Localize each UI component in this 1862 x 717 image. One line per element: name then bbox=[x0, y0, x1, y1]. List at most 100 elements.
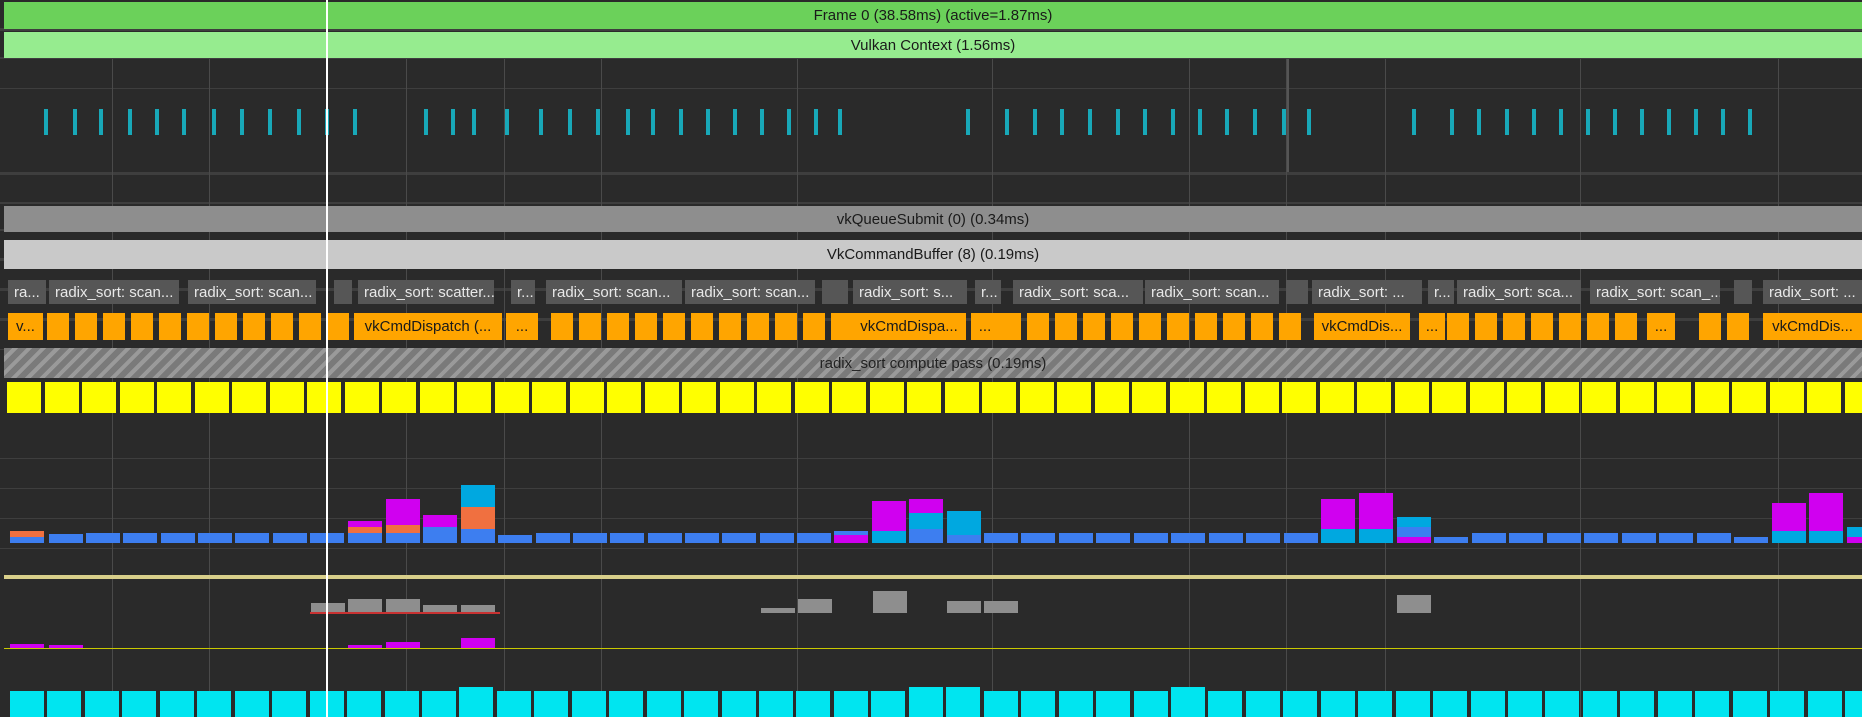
event-tick[interactable] bbox=[1640, 109, 1644, 135]
stacked-bar-segment[interactable] bbox=[161, 533, 195, 543]
stacked-bar-segment[interactable] bbox=[1209, 533, 1243, 543]
dispatch-box-labeled[interactable]: ... bbox=[1647, 313, 1675, 340]
dispatch-box-labeled[interactable]: vkCmdDis... bbox=[1314, 313, 1410, 340]
occupancy-block[interactable] bbox=[307, 382, 341, 413]
event-tick[interactable] bbox=[353, 109, 357, 135]
stacked-bar-segment[interactable] bbox=[1434, 537, 1468, 543]
occupancy-block[interactable] bbox=[1357, 382, 1391, 413]
stacked-bar-segment[interactable] bbox=[1772, 531, 1806, 543]
cyan-bar[interactable] bbox=[1171, 687, 1205, 717]
occupancy-block[interactable] bbox=[645, 382, 679, 413]
grey-bar[interactable] bbox=[386, 599, 420, 613]
stacked-bar-segment[interactable] bbox=[423, 527, 457, 543]
cyan-bar[interactable] bbox=[459, 687, 493, 717]
dispatch-box[interactable] bbox=[1251, 313, 1273, 340]
event-tick[interactable] bbox=[651, 109, 655, 135]
cyan-bar[interactable] bbox=[1471, 691, 1505, 717]
stacked-bar-segment[interactable] bbox=[386, 533, 420, 543]
occupancy-block[interactable] bbox=[45, 382, 79, 413]
stacked-bar-segment[interactable] bbox=[1397, 517, 1431, 527]
event-tick[interactable] bbox=[1253, 109, 1257, 135]
debug-marker-label[interactable]: radix_sort: scan... bbox=[685, 280, 815, 304]
dispatch-box[interactable] bbox=[775, 313, 797, 340]
stacked-bar-segment[interactable] bbox=[1096, 533, 1130, 543]
occupancy-block[interactable] bbox=[607, 382, 641, 413]
occupancy-block[interactable] bbox=[1620, 382, 1654, 413]
occupancy-block[interactable] bbox=[120, 382, 154, 413]
stacked-bar-segment[interactable] bbox=[834, 535, 868, 543]
stacked-bar-segment[interactable] bbox=[685, 533, 719, 543]
stacked-bar-segment[interactable] bbox=[123, 533, 157, 543]
occupancy-block[interactable] bbox=[907, 382, 941, 413]
cyan-bar[interactable] bbox=[10, 691, 44, 717]
stacked-bar-segment[interactable] bbox=[947, 511, 981, 535]
debug-marker-label[interactable]: radix_sort: scan... bbox=[546, 280, 682, 304]
cyan-bar[interactable] bbox=[1059, 691, 1093, 717]
event-tick[interactable] bbox=[1282, 109, 1286, 135]
stacked-bar-segment[interactable] bbox=[722, 533, 756, 543]
event-tick[interactable] bbox=[1559, 109, 1563, 135]
grey-bar[interactable] bbox=[348, 599, 382, 613]
event-tick[interactable] bbox=[1450, 109, 1454, 135]
event-tick[interactable] bbox=[1307, 109, 1311, 135]
magenta-bar[interactable] bbox=[386, 642, 420, 648]
dispatch-box-labeled[interactable]: ... bbox=[1419, 313, 1445, 340]
stacked-bar-segment[interactable] bbox=[1809, 531, 1843, 543]
stacked-bar-segment[interactable] bbox=[1397, 527, 1431, 537]
dispatch-box[interactable] bbox=[831, 313, 853, 340]
stacked-bar-segment[interactable] bbox=[1697, 533, 1731, 543]
stacked-bar-segment[interactable] bbox=[461, 529, 495, 543]
event-tick[interactable] bbox=[1748, 109, 1752, 135]
cyan-bar[interactable] bbox=[909, 687, 943, 717]
event-tick[interactable] bbox=[1505, 109, 1509, 135]
occupancy-block[interactable] bbox=[1320, 382, 1354, 413]
cyan-bar[interactable] bbox=[1246, 691, 1280, 717]
event-tick[interactable] bbox=[99, 109, 103, 135]
dispatch-box[interactable] bbox=[635, 313, 657, 340]
occupancy-block[interactable] bbox=[1470, 382, 1504, 413]
cyan-bar[interactable] bbox=[497, 691, 531, 717]
dispatch-box[interactable] bbox=[999, 313, 1021, 340]
event-tick[interactable] bbox=[1116, 109, 1120, 135]
occupancy-block[interactable] bbox=[870, 382, 904, 413]
cyan-bar[interactable] bbox=[1545, 691, 1579, 717]
cyan-bar[interactable] bbox=[984, 691, 1018, 717]
cyan-bar[interactable] bbox=[1658, 691, 1692, 717]
dispatch-box[interactable] bbox=[187, 313, 209, 340]
event-tick[interactable] bbox=[73, 109, 77, 135]
dispatch-box[interactable] bbox=[691, 313, 713, 340]
event-tick[interactable] bbox=[1586, 109, 1590, 135]
cyan-bar[interactable] bbox=[422, 691, 456, 717]
cyan-bar[interactable] bbox=[1283, 691, 1317, 717]
cyan-bar[interactable] bbox=[385, 691, 419, 717]
event-tick[interactable] bbox=[679, 109, 683, 135]
grey-bar[interactable] bbox=[761, 608, 795, 613]
occupancy-block[interactable] bbox=[157, 382, 191, 413]
cyan-bar[interactable] bbox=[122, 691, 156, 717]
occupancy-block[interactable] bbox=[1132, 382, 1166, 413]
debug-marker-label[interactable]: radix_sort: s... bbox=[853, 280, 967, 304]
occupancy-block[interactable] bbox=[1395, 382, 1429, 413]
occupancy-block[interactable] bbox=[270, 382, 304, 413]
dispatch-box-labeled[interactable]: vkCmdDispatch (... bbox=[354, 313, 502, 340]
cyan-bar[interactable] bbox=[647, 691, 681, 717]
stacked-bar-segment[interactable] bbox=[573, 533, 607, 543]
cyan-bar[interactable] bbox=[1134, 691, 1168, 717]
dispatch-box-labeled[interactable]: v... bbox=[8, 313, 43, 340]
dispatch-box-labeled[interactable]: vkCmdDis... bbox=[1763, 313, 1862, 340]
cyan-bar[interactable] bbox=[1845, 691, 1862, 717]
stacked-bar-segment[interactable] bbox=[386, 499, 420, 525]
occupancy-block[interactable] bbox=[1282, 382, 1316, 413]
cyan-bar[interactable] bbox=[160, 691, 194, 717]
cyan-bar[interactable] bbox=[1396, 691, 1430, 717]
cyan-bar[interactable] bbox=[197, 691, 231, 717]
stacked-bar-segment[interactable] bbox=[1472, 533, 1506, 543]
debug-marker-label[interactable]: r... bbox=[511, 280, 535, 304]
cyan-bar[interactable] bbox=[834, 691, 868, 717]
cyan-bar[interactable] bbox=[1770, 691, 1804, 717]
occupancy-block[interactable] bbox=[945, 382, 979, 413]
dispatch-box[interactable] bbox=[271, 313, 293, 340]
stacked-bar-segment[interactable] bbox=[984, 533, 1018, 543]
grey-bar[interactable] bbox=[873, 591, 907, 613]
debug-marker-label[interactable]: radix_sort: scan_... bbox=[1590, 280, 1720, 304]
